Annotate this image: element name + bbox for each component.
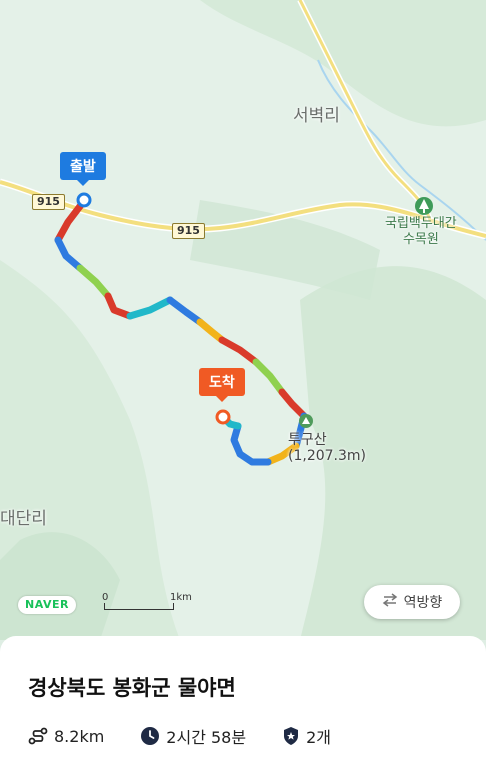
course-info-sheet: 경상북도 봉화군 물야면 8.2km 2시간 58분 2개 xyxy=(0,636,486,768)
end-marker[interactable] xyxy=(215,409,231,425)
map-canvas xyxy=(0,0,486,640)
scale-zero: 0 xyxy=(102,592,109,603)
duration-stat: 2시간 58분 xyxy=(140,724,246,748)
distance-value: 8.2km xyxy=(54,726,105,746)
map-scale: 0 1km xyxy=(102,592,192,612)
start-marker[interactable] xyxy=(76,192,92,208)
arboretum-line2: 수목원 xyxy=(402,232,439,247)
distance-stat: 8.2km xyxy=(28,726,104,746)
reverse-direction-label: 역방향 xyxy=(403,595,443,611)
scale-distance: 1km xyxy=(170,592,192,603)
swap-arrows-icon xyxy=(382,593,398,611)
reverse-direction-button[interactable]: 역방향 xyxy=(364,585,460,619)
clock-icon xyxy=(140,726,160,746)
place-label-arboretum: 국립백두대간 수목원 xyxy=(385,216,457,248)
road-number-shield: 915 xyxy=(32,194,65,210)
map-view[interactable]: 서벽리 국립백두대간 수목원 투구산 (1,207.3m) 대단리 915 91… xyxy=(0,0,486,640)
badge-count: 2개 xyxy=(306,728,331,747)
road-number-shield: 915 xyxy=(172,223,205,239)
naver-logo: NAVER xyxy=(18,596,76,614)
start-pin-label[interactable]: 출발 xyxy=(60,152,106,186)
shield-badge-icon xyxy=(282,726,300,746)
mountain-name: 투구산 xyxy=(288,432,327,448)
route-icon xyxy=(28,726,48,746)
place-label-mountain: 투구산 (1,207.3m) xyxy=(288,432,366,464)
place-label-daedan: 대단리 xyxy=(0,509,47,529)
duration-value: 2시간 58분 xyxy=(166,728,247,747)
course-title: 경상북도 봉화군 물야면 xyxy=(28,676,236,700)
place-label-seobyeok: 서벽리 xyxy=(293,106,340,126)
end-pin-label[interactable]: 도착 xyxy=(199,368,245,402)
course-stats: 8.2km 2시간 58분 2개 xyxy=(28,724,367,748)
mountain-height: (1,207.3m) xyxy=(288,448,366,464)
badge-stat: 2개 xyxy=(282,724,331,748)
arboretum-line1: 국립백두대간 xyxy=(385,216,457,231)
